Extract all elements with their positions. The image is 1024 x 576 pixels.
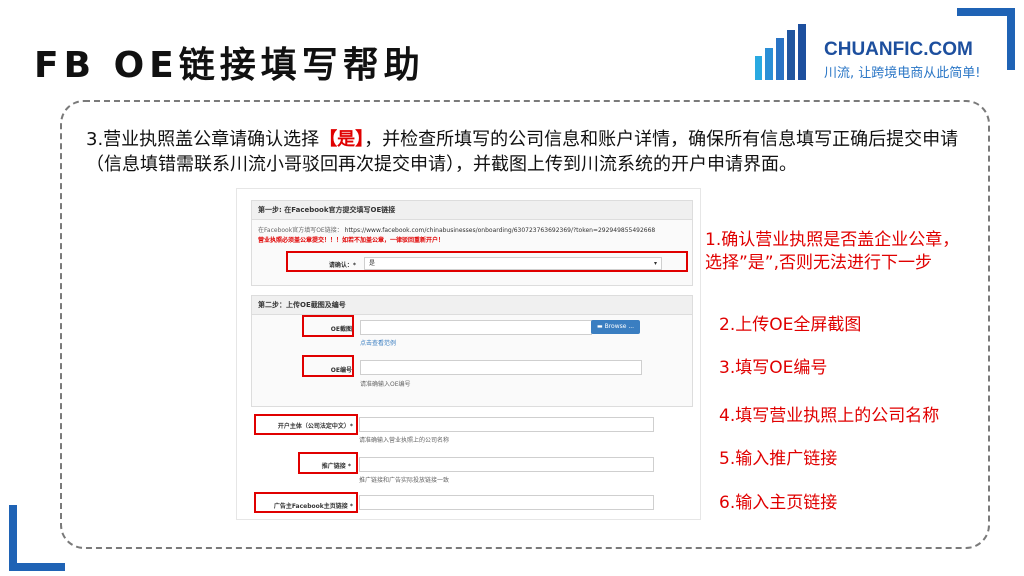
- highlight-homepage: [254, 492, 358, 513]
- note-3: 3.填写OE编号: [719, 358, 828, 378]
- highlight-oe-screenshot: [302, 315, 354, 337]
- oe-link-line: 在Facebook官方填写OE链接： https://www.facebook.…: [258, 225, 655, 234]
- corner-bracket-bottom-left-vertical: [9, 505, 17, 571]
- oe-link-prefix: 在Facebook官方填写OE链接：: [258, 227, 343, 234]
- stamp-warning: 营业执照必须盖公章提交！！！如若不加盖公章，一律驳回重新开户！: [258, 237, 445, 244]
- oe-link[interactable]: https://www.facebook.com/chinabusinesses…: [345, 227, 656, 234]
- highlight-promo: [298, 452, 358, 474]
- oe-screenshot-input[interactable]: [360, 320, 592, 335]
- logo-slogan: 川流, 让跨境电商从此简单!: [824, 66, 981, 81]
- oe-number-hint: 请准确输入OE编号: [360, 381, 411, 388]
- step1-section: 第一步: 在Facebook官方提交填写OE链接 在Facebook官方填写OE…: [251, 200, 693, 286]
- slide-title: FB OE链接填写帮助: [34, 45, 425, 86]
- intro-before: 3.营业执照盖公章请确认选择: [86, 129, 320, 150]
- chuanfic-logo-icon: [755, 24, 806, 80]
- note-4: 4.填写营业执照上的公司名称: [719, 406, 940, 426]
- oe-number-input[interactable]: [360, 360, 642, 375]
- browse-button[interactable]: ▬ Browse ...: [591, 320, 641, 334]
- step1-title: 第一步: 在Facebook官方提交填写OE链接: [252, 201, 692, 220]
- step2-section: 第二步：上传OE截图及编号 OE截图 ▬ Browse ... 点击查看范例 O…: [251, 295, 693, 407]
- note-2: 2.上传OE全屏截图: [719, 315, 862, 335]
- note-1: 1.确认营业执照是否盖企业公章，选择”是”,否则无法进行下一步: [705, 230, 960, 273]
- logo-name: CHUANFIC.COM: [824, 39, 973, 60]
- highlight-oe-number: [302, 355, 354, 377]
- highlight-company: [254, 414, 358, 435]
- step2-title: 第二步：上传OE截图及编号: [252, 296, 692, 315]
- folder-icon: ▬: [597, 323, 603, 330]
- homepage-input[interactable]: [359, 495, 654, 510]
- note-5: 5.输入推广链接: [719, 449, 838, 469]
- example-link[interactable]: 点击查看范例: [360, 338, 396, 347]
- promo-input[interactable]: [359, 457, 654, 472]
- browse-button-label: Browse ...: [604, 323, 635, 330]
- intro-text: 3.营业执照盖公章请确认选择【是】，并检查所填写的公司信息和账户详情，确保所有信…: [86, 127, 966, 177]
- promo-hint: 推广链接和广告实际投放链接一致: [359, 477, 450, 484]
- note-6: 6.输入主页链接: [719, 493, 838, 513]
- intro-highlight: 【是】: [319, 129, 365, 150]
- company-input[interactable]: [359, 417, 654, 432]
- corner-bracket-bottom-left: [9, 563, 65, 571]
- company-hint: 请准确输入营业执照上的公司名称: [359, 437, 450, 444]
- corner-bracket-top-right-vertical: [1007, 8, 1015, 70]
- highlight-confirm: [286, 251, 688, 272]
